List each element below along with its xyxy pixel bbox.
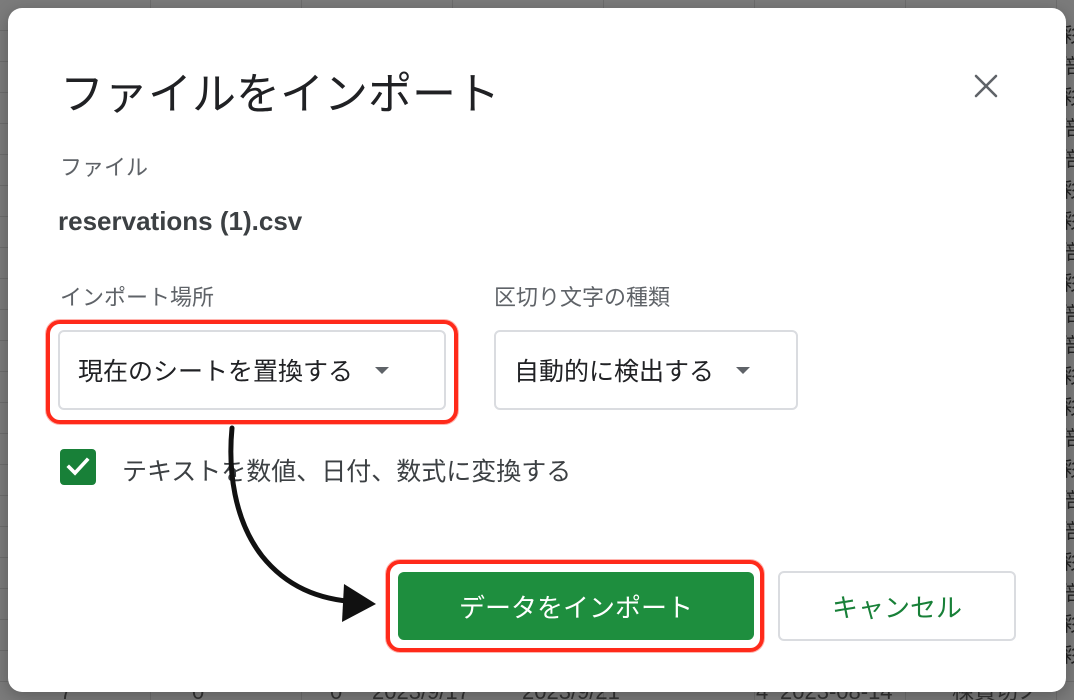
separator-type-label: 区切り文字の種類 — [494, 286, 671, 311]
dropdown-caret-icon — [375, 366, 390, 374]
separator-type-value: 自動的に検出する — [514, 357, 715, 386]
import-data-button[interactable]: データをインポート — [398, 572, 754, 640]
dropdown-caret-icon — [736, 366, 751, 374]
close-button[interactable] — [968, 68, 1004, 104]
import-location-select[interactable]: 現在のシートを置換する — [58, 330, 446, 410]
checkmark-icon — [66, 457, 90, 476]
file-name: reservations (1).csv — [58, 206, 303, 236]
convert-text-checkbox[interactable] — [60, 449, 96, 485]
dialog-title: ファイルをインポート — [60, 69, 500, 120]
convert-text-label: テキストを数値、日付、数式に変換する — [122, 457, 572, 486]
close-icon — [974, 74, 998, 98]
separator-type-select[interactable]: 自動的に検出する — [494, 330, 798, 410]
import-location-value: 現在のシートを置換する — [78, 357, 354, 386]
cancel-button[interactable]: キャンセル — [778, 571, 1016, 641]
import-location-label: インポート場所 — [60, 286, 215, 311]
import-file-dialog: ファイルをインポート ファイル reservations (1).csv インポ… — [8, 8, 1066, 692]
file-label: ファイル — [60, 156, 149, 181]
